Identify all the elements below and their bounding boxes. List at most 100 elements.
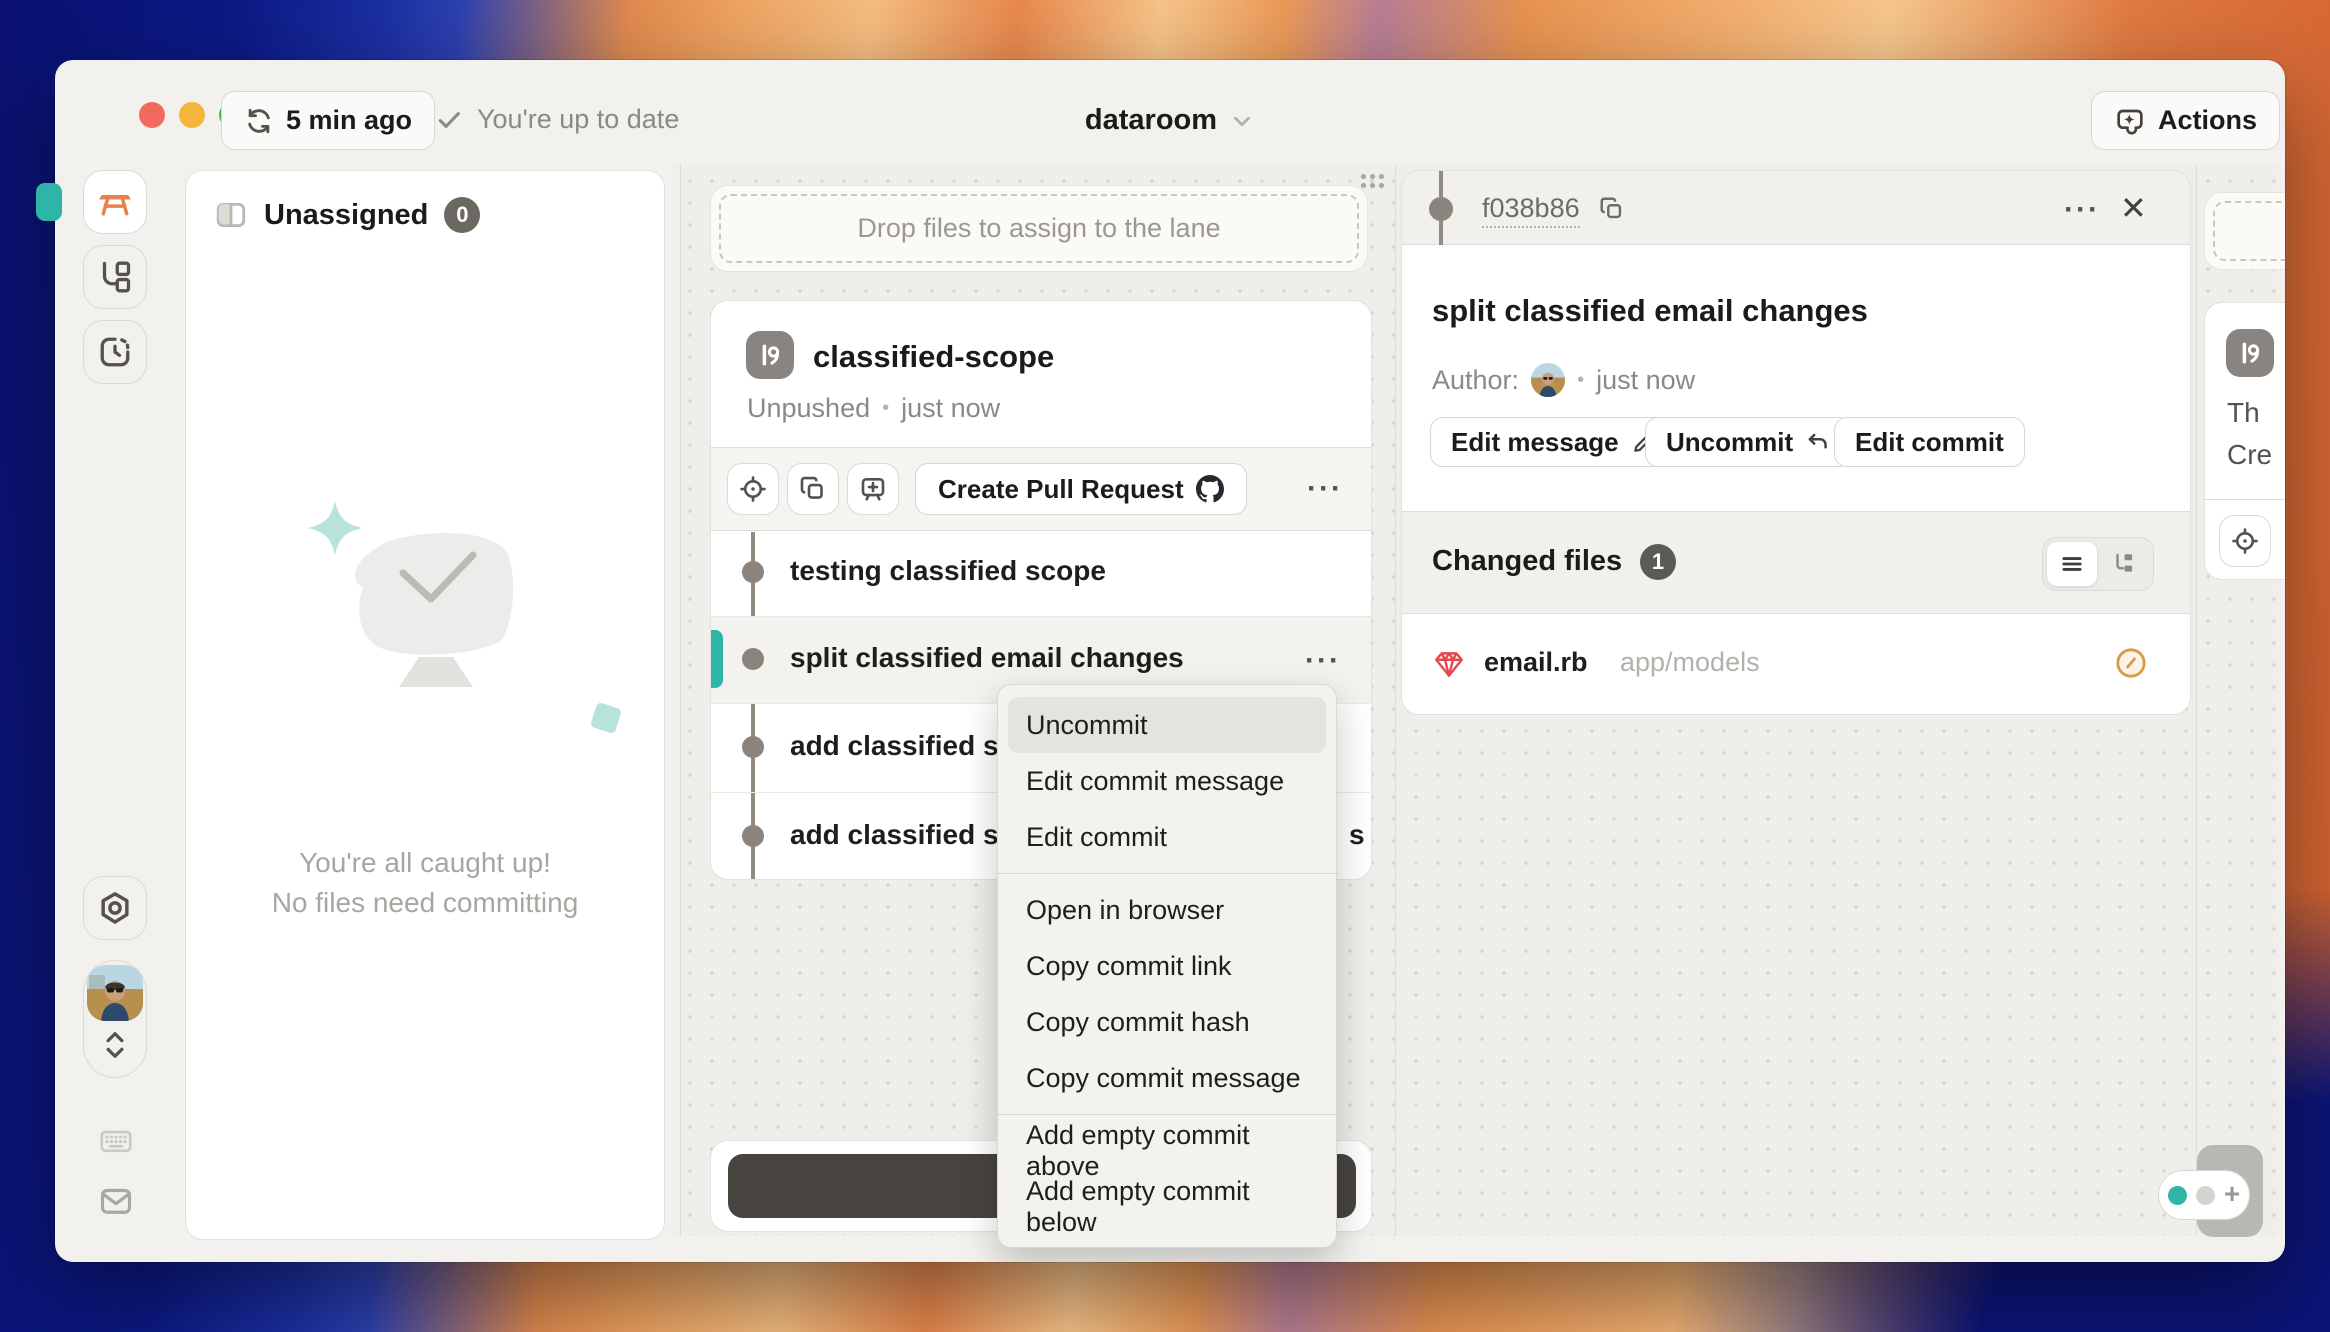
menu-item-add-empty-commit-above[interactable]: Add empty commit above [1008,1123,1326,1179]
feedback-button[interactable] [98,1183,134,1219]
tree-view-icon [2111,551,2137,577]
column-divider [1395,164,1396,1236]
tree-view-button[interactable] [2099,542,2149,586]
sidebar-item-workspace[interactable] [83,170,147,234]
drawer-handle[interactable] [36,183,62,221]
peek-text-line: Cre [2227,439,2272,471]
commit-message: add classified sc [790,730,1014,762]
file-row[interactable]: email.rb app/models [1402,614,2190,714]
edit-message-button[interactable]: Edit message [1430,417,1678,467]
branches-icon [97,259,133,295]
file-path: app/models [1620,647,1760,678]
commit-context-menu: Uncommit Edit commit message Edit commit… [997,684,1337,1248]
commit-message-overflow: s [1349,819,1365,851]
copy-hash-icon[interactable] [1598,195,1626,223]
menu-item-add-empty-commit-below[interactable]: Add empty commit below [1008,1179,1326,1235]
actions-sparkle-icon [2114,105,2146,137]
add-lane-button[interactable]: + [2224,1180,2240,1208]
separator-dot: • [882,397,889,420]
commit-row[interactable]: testing classified scope [711,529,1371,616]
sync-button[interactable]: 5 min ago [221,91,435,150]
check-icon [435,106,463,134]
peek-branch-card: Th Cre [2204,302,2285,580]
list-view-button[interactable] [2047,542,2097,586]
minimize-window-button[interactable] [179,102,205,128]
chevron-down-icon [1229,108,1255,134]
file-name: email.rb [1484,647,1588,678]
keyboard-shortcuts-button[interactable] [98,1123,134,1159]
project-switcher[interactable]: dataroom [1085,104,1255,137]
branch-status: Unpushed • just now [747,393,1000,424]
dropzone-label: Drop files to assign to the lane [719,194,1359,263]
ruby-file-icon [1432,647,1466,681]
branch-menu-button[interactable]: ··· [1307,474,1343,504]
commit-message: testing classified scope [790,555,1106,587]
focus-branch-button[interactable] [2219,515,2271,567]
up-to-date-status: You're up to date [435,104,679,135]
crosshair-icon [2230,526,2260,556]
menu-item-copy-commit-message[interactable]: Copy commit message [1008,1050,1326,1106]
uncommit-label: Uncommit [1666,427,1793,458]
separator-dot: • [1577,369,1584,392]
actions-button[interactable]: Actions [2091,91,2280,150]
active-lane-dot[interactable] [2168,1186,2187,1205]
sidebar-item-history[interactable] [83,320,147,384]
actions-label: Actions [2158,105,2257,136]
commit-message: split classified email changes [790,642,1184,674]
lane-pager: + [2158,1170,2250,1220]
menu-item-open-in-browser[interactable]: Open in browser [1008,882,1326,938]
modified-status-icon [2114,646,2148,680]
chevron-up-down-icon [100,1025,130,1065]
edit-message-label: Edit message [1451,427,1619,458]
settings-button[interactable] [83,876,147,940]
author-label: Author: [1432,365,1519,396]
menu-item-copy-commit-link[interactable]: Copy commit link [1008,938,1326,994]
menu-item-copy-commit-hash[interactable]: Copy commit hash [1008,994,1326,1050]
menu-item-uncommit[interactable]: Uncommit [1008,697,1326,753]
edit-commit-button[interactable]: Edit commit [1834,417,2025,467]
sidebar-item-branches[interactable] [83,245,147,309]
mail-icon [98,1183,134,1219]
up-to-date-label: You're up to date [477,104,679,135]
gear-icon [97,890,133,926]
menu-item-edit-commit-message[interactable]: Edit commit message [1008,753,1326,809]
close-window-button[interactable] [139,102,165,128]
close-icon[interactable]: ✕ [2120,189,2147,227]
branch-icon [2226,329,2274,377]
changed-files-count-badge: 1 [1640,544,1676,580]
commit-menu-button[interactable]: ··· [1305,646,1341,676]
commit-time: just now [1596,365,1695,396]
lane-dropzone[interactable]: Drop files to assign to the lane [710,185,1368,272]
profile-switcher[interactable] [83,960,147,1078]
commit-hash[interactable]: f038b86 [1482,193,1580,228]
avatar [87,965,143,1021]
peek-lane-dropzone [2204,192,2285,270]
branch-name[interactable]: classified-scope [813,339,1054,375]
history-clock-icon [97,334,133,370]
details-menu-button[interactable]: ··· [2064,195,2100,225]
monitor-blob-shape [341,529,531,704]
lane-drag-handle-icon[interactable] [1359,172,1385,190]
empty-state-subtitle: No files need committing [186,887,664,919]
unassigned-title: Unassigned [264,199,428,232]
duplicate-branch-button[interactable] [787,463,839,515]
inactive-lane-dot[interactable] [2196,1186,2215,1205]
sync-icon [244,106,274,136]
column-divider [2196,164,2197,1236]
add-dependent-branch-button[interactable] [847,463,899,515]
commit-dot [742,561,764,583]
menu-item-edit-commit[interactable]: Edit commit [1008,809,1326,865]
commit-dot [742,736,764,758]
project-name: dataroom [1085,104,1217,137]
create-pull-request-button[interactable]: Create Pull Request [915,463,1247,515]
crosshair-icon [738,474,768,504]
focus-branch-button[interactable] [727,463,779,515]
list-view-icon [2059,551,2085,577]
branch-push-status: Unpushed [747,393,870,424]
split-view-icon [214,198,248,232]
empty-state-title: You're all caught up! [186,847,664,879]
commit-title: split classified email changes [1432,293,1868,329]
undo-icon [1805,429,1831,455]
uncommit-button[interactable]: Uncommit [1645,417,1852,467]
commit-details-panel: f038b86 ··· ✕ split classified email cha… [1401,170,2191,715]
